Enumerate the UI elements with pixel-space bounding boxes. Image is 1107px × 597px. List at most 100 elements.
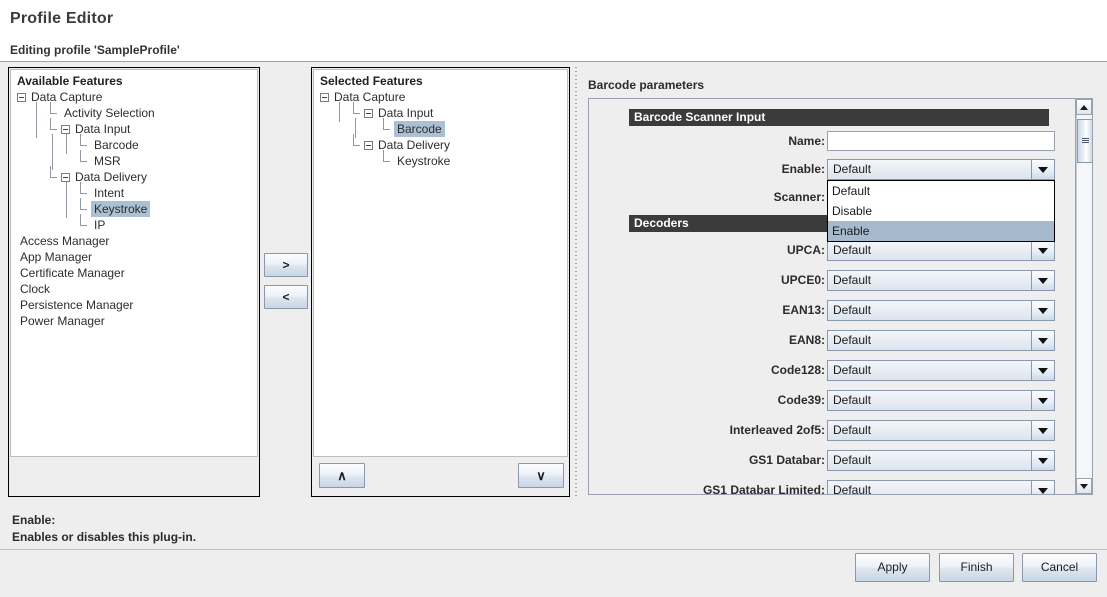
tree-node[interactable]: IP	[11, 213, 257, 234]
tree-node[interactable]: Access Manager	[11, 233, 257, 249]
available-features-tree[interactable]: Available Features Data Capture Activity …	[10, 69, 258, 457]
tree-guide-line	[352, 154, 366, 170]
parameter-dropdown[interactable]: Default	[827, 240, 1055, 261]
tree-node-label: Data Capture	[334, 90, 406, 104]
scrollbar-track[interactable]	[1076, 115, 1092, 478]
tree-node-label: Intent	[94, 186, 125, 200]
scroll-down-arrow-icon[interactable]	[1076, 478, 1092, 494]
tree-node[interactable]: Data Capture	[314, 89, 567, 105]
parameter-row: Name:	[589, 131, 1075, 153]
parameter-row: UPCE0: Default	[589, 270, 1075, 292]
tree-guide-line	[63, 133, 77, 154]
chevron-down-icon[interactable]	[1031, 271, 1054, 290]
tree-collapse-toggle-icon[interactable]	[320, 93, 329, 103]
parameter-row: EAN13: Default	[589, 300, 1075, 322]
tree-node[interactable]: Keystroke	[11, 197, 257, 218]
cancel-button[interactable]: Cancel	[1022, 553, 1097, 582]
tree-guide-line	[352, 117, 366, 138]
parameters-scrollbar[interactable]	[1075, 99, 1092, 494]
tree-guide-line	[49, 149, 63, 170]
tree-node[interactable]: Barcode	[314, 117, 567, 138]
tree-node[interactable]: App Manager	[11, 249, 257, 265]
parameter-label: EAN13:	[782, 303, 825, 317]
selected-features-tree[interactable]: Selected Features Data Capture Data Input…	[313, 69, 568, 457]
selected-features-heading: Selected Features	[320, 74, 423, 88]
dropdown-option[interactable]: Default	[828, 181, 1054, 201]
name-input[interactable]	[827, 131, 1055, 151]
parameter-dropdown[interactable]: Default	[827, 270, 1055, 291]
scroll-up-arrow-icon[interactable]	[1076, 99, 1092, 115]
parameter-dropdown[interactable]: Default	[827, 360, 1055, 381]
parameter-dropdown[interactable]: Default	[827, 390, 1055, 411]
scrollbar-thumb[interactable]	[1077, 119, 1092, 163]
parameter-dropdown[interactable]: Default	[827, 420, 1055, 441]
selected-features-footer: ∧ ∨	[313, 459, 568, 495]
remove-feature-button[interactable]: <	[264, 285, 308, 309]
parameter-dropdown[interactable]: Default	[827, 480, 1055, 494]
tree-node[interactable]: Persistence Manager	[11, 297, 257, 313]
chevron-down-icon[interactable]	[1031, 331, 1054, 350]
chevron-down-icon[interactable]	[1031, 451, 1054, 470]
help-title: Enable:	[12, 513, 56, 527]
tree-node[interactable]: Data Delivery	[11, 165, 257, 186]
tree-node[interactable]: MSR	[11, 149, 257, 170]
tree-node[interactable]: Clock	[11, 281, 257, 297]
parameter-dropdown-value: Default	[833, 363, 872, 377]
tree-node[interactable]: Intent	[11, 181, 257, 202]
parameter-label: Name:	[788, 134, 825, 148]
parameter-row: EAN8: Default	[589, 330, 1075, 352]
dropdown-option[interactable]: Disable	[828, 201, 1054, 221]
tree-node[interactable]: Certificate Manager	[11, 265, 257, 281]
tree-guide-line	[63, 218, 77, 234]
parameter-row: GS1 Databar: Default	[589, 450, 1075, 472]
tree-collapse-toggle-icon[interactable]	[364, 141, 373, 151]
tree-guide-line	[336, 101, 350, 122]
tree-elbow-icon	[380, 149, 394, 170]
tree-node[interactable]: Data Input	[11, 117, 257, 138]
move-down-button[interactable]: ∨	[518, 463, 564, 488]
chevron-down-icon[interactable]	[1031, 421, 1054, 440]
tree-node[interactable]: Activity Selection	[11, 101, 257, 122]
tree-node[interactable]: Data Input	[314, 101, 567, 122]
chevron-down-icon[interactable]	[1031, 241, 1054, 260]
tree-node-label: Access Manager	[20, 234, 110, 248]
tree-guide-line	[33, 170, 47, 186]
finish-button[interactable]: Finish	[939, 553, 1014, 582]
parameter-row: Interleaved 2of5: Default	[589, 420, 1075, 442]
tree-elbow-icon	[77, 149, 91, 170]
parameter-dropdown-value: Default	[833, 333, 872, 347]
tree-node[interactable]: Barcode	[11, 133, 257, 154]
tree-elbow-icon	[350, 101, 364, 122]
parameter-dropdown[interactable]: Default	[827, 330, 1055, 351]
chevron-down-icon[interactable]	[1031, 481, 1054, 494]
parameter-dropdown-value: Default	[833, 273, 872, 287]
apply-button[interactable]: Apply	[855, 553, 930, 582]
tree-collapse-toggle-icon[interactable]	[364, 109, 373, 119]
tree-guide-line	[49, 186, 63, 202]
add-feature-button[interactable]: >	[264, 253, 308, 277]
tree-node[interactable]: Keystroke	[314, 149, 567, 170]
dropdown-option[interactable]: Enable	[828, 221, 1054, 241]
parameter-row: Code128: Default	[589, 360, 1075, 382]
tree-elbow-icon	[47, 117, 61, 138]
selected-features-panel: Selected Features Data Capture Data Input…	[311, 67, 570, 497]
parameter-dropdown-value: Default	[833, 162, 872, 176]
parameter-label: UPCA:	[787, 243, 825, 257]
tree-collapse-toggle-icon[interactable]	[17, 93, 26, 103]
chevron-down-icon[interactable]	[1031, 160, 1054, 179]
parameter-dropdown[interactable]: Default	[827, 300, 1055, 321]
chevron-down-icon[interactable]	[1031, 361, 1054, 380]
parameter-dropdown[interactable]: Default	[827, 159, 1055, 180]
parameter-dropdown[interactable]: Default	[827, 450, 1055, 471]
tree-node[interactable]: Data Capture	[11, 89, 257, 105]
tree-node[interactable]: Power Manager	[11, 313, 257, 329]
chevron-down-icon[interactable]	[1031, 301, 1054, 320]
parameter-label: UPCE0:	[780, 273, 825, 287]
enable-dropdown-popup[interactable]: Default Disable Enable	[827, 180, 1055, 242]
move-up-button[interactable]: ∧	[319, 463, 365, 488]
tree-node-label: Certificate Manager	[20, 266, 125, 280]
parameter-row: GS1 Databar Limited: Default	[589, 480, 1075, 494]
chevron-down-icon[interactable]	[1031, 391, 1054, 410]
tree-node[interactable]: Data Delivery	[314, 133, 567, 153]
split-pane-divider[interactable]	[573, 67, 579, 497]
